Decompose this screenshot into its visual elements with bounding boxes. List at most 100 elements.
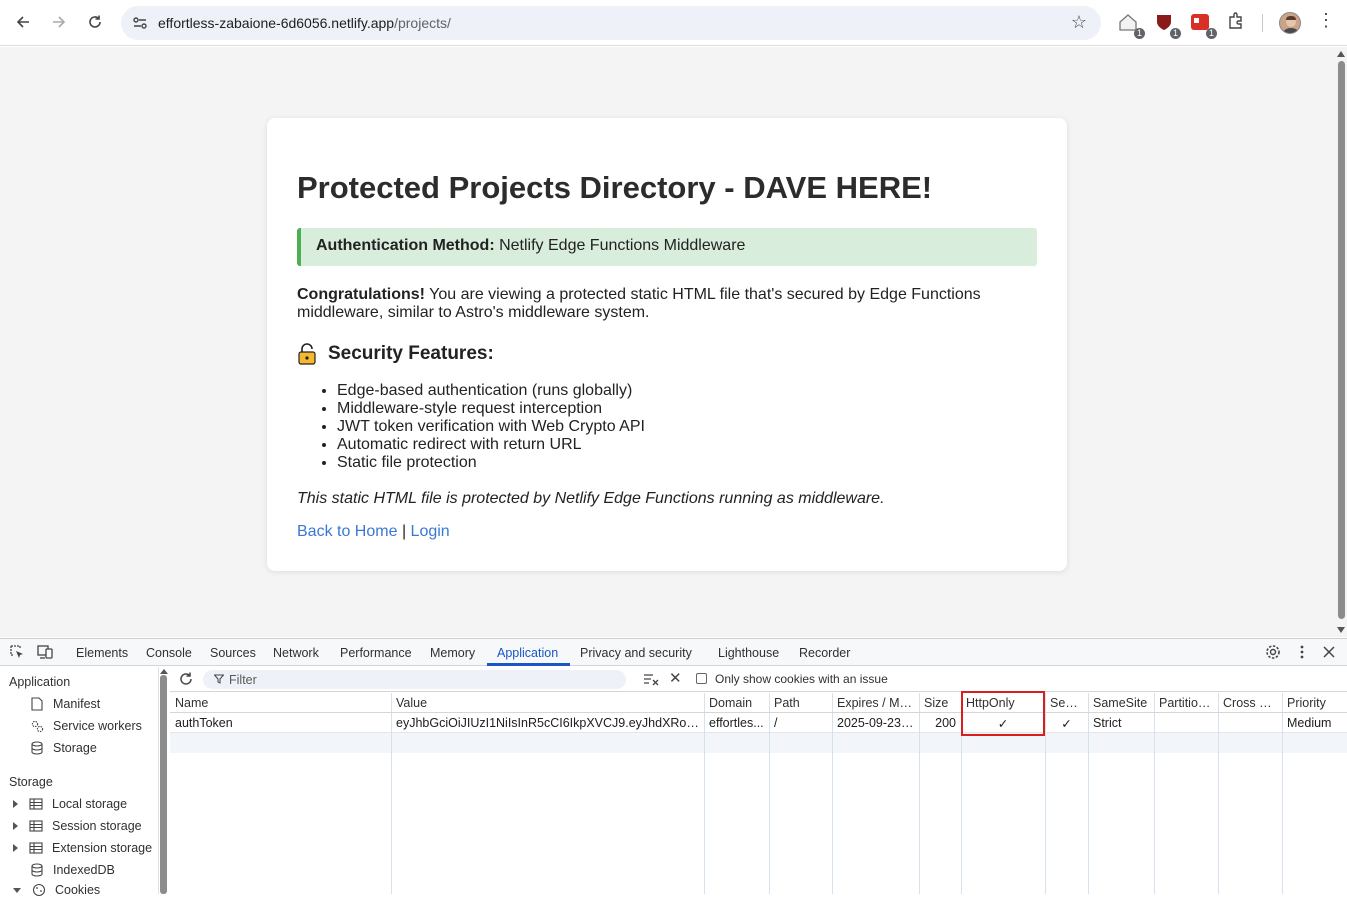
column-header-priority[interactable]: Priority [1282, 693, 1347, 713]
login-link[interactable]: Login [411, 523, 450, 540]
sidebar-item-service-workers[interactable]: Service workers [30, 719, 142, 733]
column-header-name[interactable]: Name [170, 693, 391, 713]
refresh-icon[interactable] [178, 671, 194, 687]
expand-arrow-icon[interactable] [13, 822, 18, 830]
address-bar[interactable]: effortless-zabaione-6d6056.netlify.app/p… [121, 6, 1101, 40]
tab-lighthouse[interactable]: Lighthouse [718, 646, 779, 660]
back-to-home-link[interactable]: Back to Home [297, 523, 397, 540]
column-header-value[interactable]: Value [391, 693, 704, 713]
cookie-samesite-cell[interactable]: Strict [1088, 713, 1154, 733]
tab-sources[interactable]: Sources [210, 646, 256, 660]
close-devtools-icon[interactable] [1321, 644, 1337, 660]
filter-input[interactable] [229, 671, 609, 688]
only-issues-label: Only show cookies with an issue [715, 672, 888, 686]
database-icon [31, 863, 43, 877]
devtools-tab-bar: Elements Console Sources Network Perform… [0, 639, 1347, 666]
page-scrollbar[interactable] [1337, 51, 1345, 633]
column-header-partition[interactable]: Partition... [1154, 693, 1218, 713]
site-info-icon[interactable] [131, 14, 149, 32]
congrats-paragraph: Congratulations! You are viewing a prote… [297, 286, 1037, 322]
cookie-cross-site-cell[interactable] [1218, 713, 1282, 733]
scrollbar-thumb[interactable] [1338, 61, 1345, 619]
profile-avatar[interactable] [1279, 12, 1301, 34]
cookie-path-cell[interactable]: / [769, 713, 832, 733]
extensions-puzzle-icon[interactable] [1226, 11, 1250, 35]
expand-arrow-icon[interactable] [13, 844, 18, 852]
column-header-cross-site[interactable]: Cross Site [1218, 693, 1282, 713]
column-header-expires[interactable]: Expires / Ma... [832, 693, 919, 713]
sidebar-heading-application: Application [9, 675, 71, 689]
forward-arrow-icon [53, 16, 66, 28]
tab-recorder[interactable]: Recorder [799, 646, 850, 660]
sidebar-item-session-storage[interactable]: Session storage [13, 819, 142, 833]
sidebar-item-extension-storage[interactable]: Extension storage [13, 841, 152, 855]
extension-badge: 1 [1133, 28, 1145, 39]
cookie-name-cell[interactable]: authToken [170, 713, 391, 733]
delete-selected-icon[interactable]: ✕ [669, 669, 682, 687]
sidebar-scrollbar[interactable] [158, 667, 169, 894]
filter-input-wrapper[interactable] [203, 670, 626, 689]
settings-gear-icon[interactable] [1265, 644, 1281, 660]
tab-elements[interactable]: Elements [76, 646, 128, 660]
cookie-priority-cell[interactable]: Medium [1282, 713, 1347, 733]
database-icon [31, 741, 43, 755]
cookie-size-cell[interactable]: 200 [919, 713, 961, 733]
reload-button[interactable] [81, 8, 109, 36]
sidebar-item-label: Extension storage [52, 841, 153, 855]
toolbar-separator [1262, 14, 1263, 32]
application-sidebar: Application Manifest Service workers Sto… [0, 667, 158, 897]
browser-toolbar: effortless-zabaione-6d6056.netlify.app/p… [0, 0, 1347, 46]
table-icon [29, 820, 43, 832]
cookie-secure-cell[interactable]: ✓ [1045, 713, 1088, 733]
sidebar-item-manifest[interactable]: Manifest [30, 697, 100, 711]
collapse-arrow-icon[interactable] [13, 887, 21, 893]
document-icon [31, 697, 43, 711]
devtools-more-icon[interactable] [1294, 644, 1310, 660]
expand-arrow-icon[interactable] [13, 800, 18, 808]
tab-application[interactable]: Application [497, 646, 558, 660]
tab-console[interactable]: Console [146, 646, 192, 660]
clear-all-cookies-icon[interactable] [643, 672, 659, 686]
sidebar-item-storage[interactable]: Storage [30, 741, 97, 755]
scrollbar-thumb[interactable] [160, 675, 167, 894]
scroll-up-icon[interactable] [160, 669, 168, 674]
sidebar-item-indexeddb[interactable]: IndexedDB [30, 863, 115, 877]
sidebar-item-label: Storage [53, 741, 97, 755]
forward-button[interactable] [45, 8, 73, 36]
inspect-element-icon[interactable] [9, 644, 25, 660]
reload-icon [89, 15, 101, 28]
page-title: Protected Projects Directory - DAVE HERE… [297, 170, 933, 205]
column-header-size[interactable]: Size [919, 693, 961, 713]
sidebar-item-label: Cookies [55, 883, 101, 897]
browser-menu-icon[interactable]: ⋮ [1317, 10, 1335, 31]
only-issues-checkbox[interactable] [696, 673, 707, 684]
back-button[interactable] [9, 8, 37, 36]
column-header-samesite[interactable]: SameSite [1088, 693, 1154, 713]
tab-network[interactable]: Network [273, 646, 319, 660]
scroll-up-icon[interactable] [1337, 51, 1345, 57]
sidebar-item-cookies[interactable]: Cookies [13, 883, 100, 897]
tab-performance[interactable]: Performance [340, 646, 412, 660]
extension-home-icon[interactable]: 1 [1117, 11, 1145, 39]
lock-icon [298, 343, 316, 365]
extension-shield-icon[interactable]: 1 [1153, 11, 1181, 39]
table-icon [29, 842, 43, 854]
cookie-domain-cell[interactable]: effortles... [704, 713, 769, 733]
tab-memory[interactable]: Memory [430, 646, 475, 660]
features-list: Edge-based authentication (runs globally… [337, 382, 645, 472]
sidebar-item-local-storage[interactable]: Local storage [13, 797, 127, 811]
column-header-secure[interactable]: Secure [1045, 693, 1088, 713]
sidebar-item-label: Session storage [52, 819, 142, 833]
bookmark-star-icon[interactable]: ☆ [1071, 12, 1087, 33]
cookie-expires-cell[interactable]: 2025-09-23T... [832, 713, 919, 733]
tab-privacy-security[interactable]: Privacy and security [580, 646, 692, 660]
column-header-path[interactable]: Path [769, 693, 832, 713]
cookie-partition-cell[interactable] [1154, 713, 1218, 733]
scroll-down-icon[interactable] [1337, 627, 1345, 633]
link-separator: | [401, 523, 407, 540]
extension-red-icon[interactable]: 1 [1189, 11, 1217, 39]
device-toolbar-icon[interactable] [37, 644, 53, 660]
cookie-value-cell[interactable]: eyJhbGciOiJIUzI1NiIsInR5cCI6IkpXVCJ9.eyJ… [391, 713, 704, 733]
httponly-highlight-box [961, 691, 1045, 736]
column-header-domain[interactable]: Domain [704, 693, 769, 713]
